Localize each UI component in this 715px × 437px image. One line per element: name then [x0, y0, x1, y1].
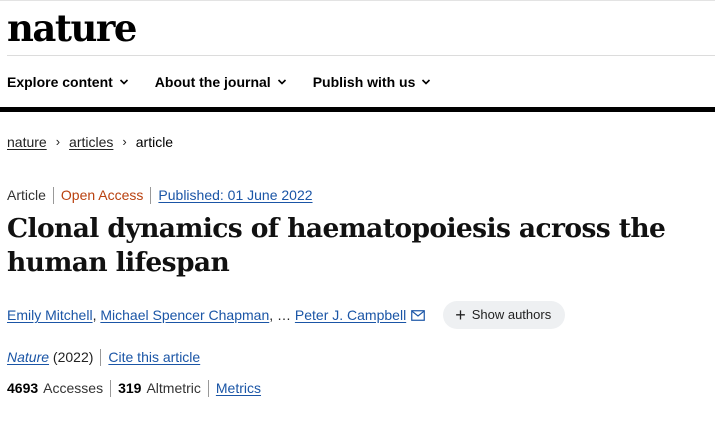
journal-name-link[interactable]: Nature	[7, 347, 49, 367]
author-link[interactable]: Peter J. Campbell	[295, 303, 406, 327]
open-access-label: Open Access	[60, 187, 144, 203]
author-link[interactable]: Emily Mitchell	[7, 303, 93, 327]
breadcrumb-articles[interactable]: articles	[69, 132, 113, 152]
plus-icon: +	[455, 305, 466, 325]
nav-about-journal[interactable]: About the journal	[155, 70, 287, 94]
nav-item-label: Publish with us	[312, 74, 416, 90]
author-link[interactable]: Michael Spencer Chapman	[100, 303, 269, 327]
article-title: Clonal dynamics of haematopoiesis across…	[7, 213, 666, 278]
journal-citation: Nature (2022) Cite this article	[7, 347, 200, 367]
author-separator: ,	[92, 307, 97, 323]
mail-icon[interactable]	[411, 309, 426, 321]
chevron-down-icon	[422, 79, 431, 85]
cite-article-link[interactable]: Cite this article	[108, 347, 200, 367]
chevron-down-icon	[119, 79, 128, 85]
article-metrics: 4693 Accesses 319 Altmetric Metrics	[7, 378, 261, 398]
breadcrumb-current: article	[135, 134, 174, 150]
nav-item-label: About the journal	[154, 74, 271, 90]
breadcrumb-nature[interactable]: nature	[7, 132, 47, 152]
altmetric-label: Altmetric	[146, 380, 201, 396]
author-list: Emily Mitchell, Michael Spencer Chapman,…	[7, 301, 566, 329]
article-type: Article	[7, 187, 46, 203]
header-bar	[0, 107, 715, 112]
nav-publish-with-us[interactable]: Publish with us	[313, 70, 432, 94]
metrics-link[interactable]: Metrics	[216, 378, 261, 398]
divider	[150, 186, 152, 204]
nav-item-label: Explore content	[7, 74, 113, 90]
accesses-count: 4693	[7, 380, 39, 396]
divider	[100, 348, 102, 366]
breadcrumb-separator: ›	[55, 134, 61, 149]
accesses-label: Accesses	[43, 380, 104, 396]
altmetric-count: 319	[118, 380, 142, 396]
article-meta: Article Open Access Published: 01 June 2…	[7, 185, 313, 205]
published-date-link[interactable]: Published: 01 June 2022	[158, 185, 312, 205]
author-ellipsis: , …	[269, 307, 292, 323]
main-nav: Explore content About the journal Publis…	[7, 70, 457, 94]
top-border	[0, 0, 715, 1]
show-authors-label: Show authors	[471, 307, 552, 322]
publication-year: (2022)	[52, 349, 94, 365]
breadcrumb-separator: ›	[122, 134, 127, 149]
divider	[110, 379, 112, 397]
show-authors-button[interactable]: + Show authors	[443, 301, 566, 329]
site-logo[interactable]: nature	[7, 6, 137, 50]
divider	[52, 186, 54, 204]
divider	[207, 379, 209, 397]
nav-divider	[7, 55, 715, 56]
breadcrumb: nature › articles › article	[7, 132, 173, 152]
chevron-down-icon	[277, 79, 286, 85]
nav-explore-content[interactable]: Explore content	[7, 70, 129, 94]
